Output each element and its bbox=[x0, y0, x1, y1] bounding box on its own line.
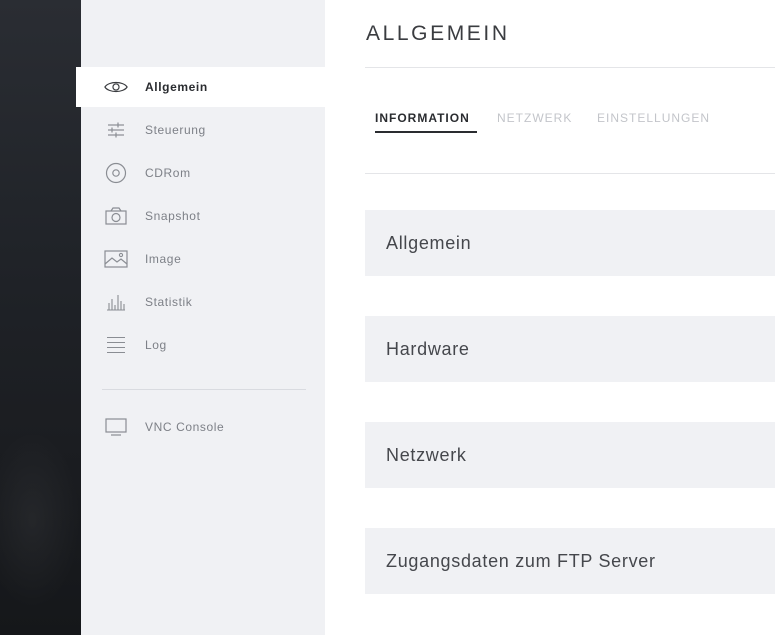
sidebar-item-label: Statistik bbox=[145, 295, 193, 309]
sidebar-item-statistik[interactable]: Statistik bbox=[76, 282, 325, 322]
sliders-icon bbox=[104, 119, 128, 141]
active-tab-indicator bbox=[375, 131, 477, 133]
monitor-icon bbox=[104, 416, 128, 438]
sidebar-item-allgemein[interactable]: Allgemein bbox=[76, 67, 325, 107]
sidebar: Allgemein Steuerung CDRom Snapshot Image… bbox=[76, 0, 325, 635]
tab-netzwerk[interactable]: NETZWERK bbox=[497, 111, 572, 125]
tab-einstellungen[interactable]: EINSTELLUNGEN bbox=[597, 111, 710, 125]
panel-title: Zugangsdaten zum FTP Server bbox=[386, 551, 656, 571]
tabs-divider bbox=[365, 173, 775, 174]
sidebar-item-steuerung[interactable]: Steuerung bbox=[76, 110, 325, 150]
panel-title: Allgemein bbox=[386, 233, 472, 253]
background-image-strip bbox=[0, 0, 81, 635]
camera-icon bbox=[104, 205, 128, 227]
page-title: ALLGEMEIN bbox=[366, 22, 510, 45]
sidebar-item-label: Allgemein bbox=[145, 80, 208, 94]
sidebar-item-label: Steuerung bbox=[145, 123, 206, 137]
sidebar-item-cdrom[interactable]: CDRom bbox=[76, 153, 325, 193]
panel-netzwerk[interactable]: Netzwerk bbox=[365, 422, 775, 488]
sidebar-item-label: Image bbox=[145, 252, 182, 266]
title-divider bbox=[365, 67, 775, 68]
panel-title: Netzwerk bbox=[386, 445, 467, 465]
sidebar-item-image[interactable]: Image bbox=[76, 239, 325, 279]
sidebar-divider bbox=[102, 389, 306, 390]
panel-allgemein[interactable]: Allgemein bbox=[365, 210, 775, 276]
sidebar-item-label: Snapshot bbox=[145, 209, 201, 223]
eye-icon bbox=[104, 76, 128, 98]
main-content: ALLGEMEIN INFORMATION NETZWERK EINSTELLU… bbox=[325, 0, 775, 635]
sidebar-item-log[interactable]: Log bbox=[76, 325, 325, 365]
sidebar-item-vnc-console[interactable]: VNC Console bbox=[76, 407, 325, 447]
panel-ftp-zugangsdaten[interactable]: Zugangsdaten zum FTP Server bbox=[365, 528, 775, 594]
list-icon bbox=[104, 334, 128, 356]
sidebar-item-label: CDRom bbox=[145, 166, 191, 180]
disc-icon bbox=[104, 162, 128, 184]
sidebar-item-label: Log bbox=[145, 338, 167, 352]
image-icon bbox=[104, 248, 128, 270]
panel-hardware[interactable]: Hardware bbox=[365, 316, 775, 382]
panel-title: Hardware bbox=[386, 339, 470, 359]
bar-chart-icon bbox=[104, 291, 128, 313]
sidebar-item-snapshot[interactable]: Snapshot bbox=[76, 196, 325, 236]
tab-information[interactable]: INFORMATION bbox=[375, 111, 470, 125]
sidebar-item-label: VNC Console bbox=[145, 420, 225, 434]
